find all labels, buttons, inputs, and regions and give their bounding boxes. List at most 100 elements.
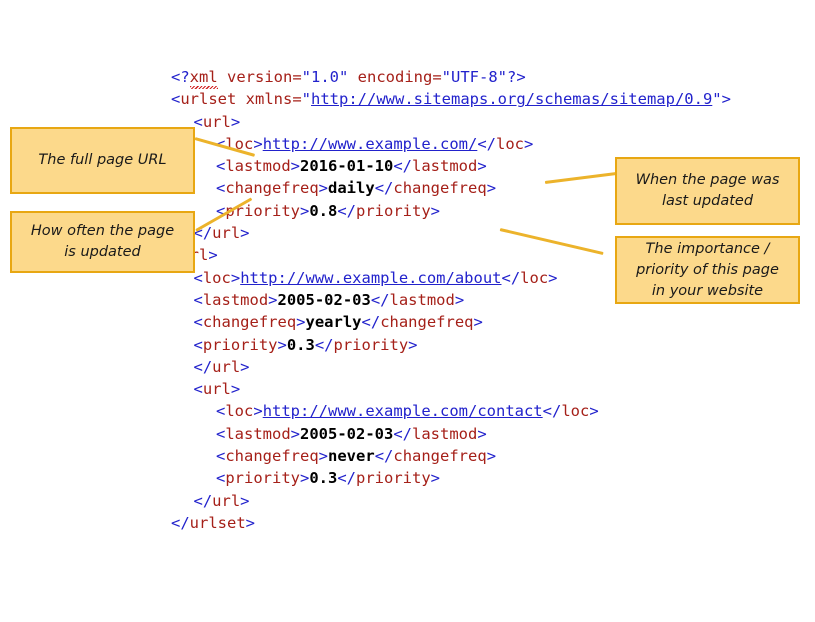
code-tag-name: lastmod [412,424,478,443]
code-tag-name: loc [202,268,231,287]
code-tag-name: changefreq [225,447,319,466]
code-attribute-value: "> [712,90,731,109]
code-hyperlink[interactable]: http://www.example.com/contact [263,402,543,420]
code-tag-name: encoding= [348,68,442,86]
code-hyperlink[interactable]: http://www.example.com/about [240,269,501,287]
code-tag-name: lastmod [225,424,291,443]
code-tag-name: loc [561,402,590,421]
code-attribute-value: "1.0" [301,68,349,86]
code-bracket: > [430,201,441,220]
code-bracket: > [524,134,534,153]
line-url-close-2: </url> [171,356,731,378]
code-bracket: </ [501,268,521,287]
code-bracket: < [193,380,203,399]
code-tag-name: loc [520,268,549,287]
callout-text-line: in your website [651,282,764,299]
code-tag-name: priority [356,469,431,488]
code-bracket: </ [193,357,213,376]
line-loc-3: <loc>http://www.example.com/contact</loc… [171,400,731,422]
code-bracket: </ [477,134,496,153]
code-hyperlink[interactable]: http://www.sitemaps.org/schemas/sitemap/… [311,90,712,108]
code-tag-name: xmlns= [236,90,302,109]
line-loc-1: <loc>http://www.example.com/</loc> [171,133,731,155]
code-text-value: 2016-01-10 [300,157,394,176]
code-bracket: > [486,447,497,466]
line-url-open-1: <url> [171,111,731,133]
code-bracket: < [216,157,226,176]
code-bracket: > [296,313,306,332]
code-bracket: </ [171,513,190,532]
code-bracket: > [230,112,241,131]
code-bracket: > [548,268,558,287]
code-text-value: 2005-02-03 [300,424,394,443]
code-bracket: > [318,447,329,466]
line-changefreq-3: <changefreq>never</changefreq> [171,445,731,467]
code-bracket: > [589,402,599,421]
code-bracket: <? [171,68,190,86]
code-bracket: > [473,313,483,332]
code-tag-name: lastmod [412,157,478,176]
callout-text: How often the page is updated [31,221,174,263]
code-bracket: < [193,313,203,332]
code-text-value: 2005-02-03 [277,290,371,309]
code-text-value: daily [328,179,375,198]
code-text-value: 0.8 [309,201,338,220]
callout-text-line: How often the page [30,223,175,239]
code-tag-name: url [212,491,241,510]
code-bracket: > [290,157,301,176]
code-tag-name: changefreq [225,179,319,198]
line-urlset-close: </urlset> [171,512,731,534]
code-text-value: 0.3 [286,335,315,354]
code-bracket: </ [374,447,394,466]
code-text-value: never [328,447,375,466]
code-bracket: > [486,179,497,198]
code-bracket: < [171,90,181,109]
code-bracket: > [477,424,487,443]
code-bracket: > [268,290,278,309]
code-bracket: </ [374,179,394,198]
code-bracket: < [193,335,203,354]
code-bracket: </ [370,290,390,309]
line-priority-2: <priority>0.3</priority> [171,334,731,356]
code-bracket: ?> [507,68,526,86]
callout-lastmod: When the page was last updated [615,157,800,225]
code-tag-name: priority [333,335,409,354]
code-bracket: > [430,469,441,488]
line-url-open-3: <url> [171,378,731,400]
code-bracket: < [216,447,226,466]
code-tag-name: xml [189,68,218,86]
callout-text: When the page was last updated [636,170,780,212]
line-urlset-open: <urlset xmlns="http://www.sitemaps.org/s… [171,88,731,110]
callout-text-line: is updated [64,244,141,260]
code-bracket: </ [337,469,357,488]
callout-loc: The full page URL [10,127,195,194]
code-tag-name: changefreq [393,447,487,466]
code-bracket: </ [193,491,213,510]
code-tag-name: url [202,112,231,131]
code-bracket: > [477,157,487,176]
code-hyperlink[interactable]: http://www.example.com/ [263,135,478,153]
code-bracket: </ [337,201,357,220]
code-bracket: > [208,246,218,265]
code-bracket: > [277,335,287,354]
code-tag-name: url [212,224,241,243]
line-lastmod-3: <lastmod>2005-02-03</lastmod> [171,423,731,445]
callout-text-line: The importance / [645,240,770,257]
callout-priority: The importance / priority of this page in … [615,236,800,304]
code-bracket: < [216,179,226,198]
line-changefreq-2: <changefreq>yearly</changefreq> [171,311,731,333]
code-bracket: > [290,424,301,443]
callout-text-line: last updated [661,193,754,209]
code-tag-name: priority [356,201,431,220]
code-tag-name: lastmod [202,290,269,309]
code-bracket: </ [314,335,334,354]
code-bracket: > [240,491,250,510]
code-tag-name: changefreq [393,179,487,198]
code-tag-name: lastmod [225,157,291,176]
code-tag-name: changefreq [202,313,297,332]
code-tag-name: loc [225,402,254,421]
code-bracket: < [216,424,226,443]
code-tag-name: loc [496,134,524,153]
code-bracket: < [216,469,226,488]
line-priority-3: <priority>0.3</priority> [171,467,731,489]
